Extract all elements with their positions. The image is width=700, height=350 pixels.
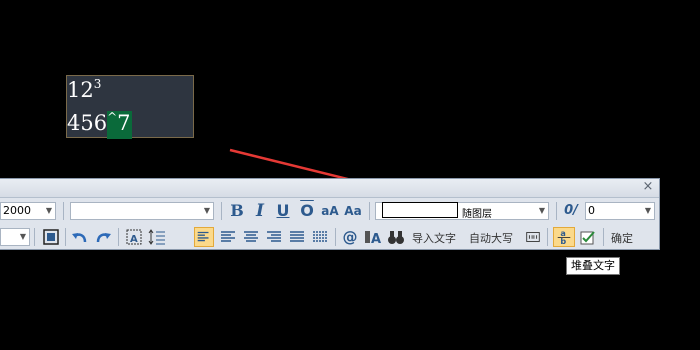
- font-combo[interactable]: ▼: [70, 202, 214, 220]
- mask-icon: [43, 229, 59, 245]
- align-left-icon: [197, 231, 209, 242]
- separator: [369, 202, 370, 220]
- overline-button[interactable]: O: [297, 201, 317, 221]
- column-combo[interactable]: ▼: [0, 228, 30, 246]
- underline-icon: U: [276, 201, 290, 220]
- separator: [221, 202, 222, 220]
- insert-field-button[interactable]: A: [124, 227, 144, 247]
- oblique-combo[interactable]: 0 ▼: [585, 202, 655, 220]
- justify-icon: [290, 231, 304, 242]
- oblique-icon: 0/: [564, 203, 578, 218]
- align-right-icon: [267, 231, 281, 242]
- binoculars-icon: [388, 231, 404, 244]
- lowercase-button[interactable]: Aa: [343, 201, 363, 221]
- pointer-arrow: [229, 148, 545, 230]
- oblique-button[interactable]: 0/: [561, 201, 581, 221]
- color-swatch: [382, 202, 458, 218]
- oblique-value: 0: [588, 204, 595, 217]
- undo-icon: [72, 233, 87, 243]
- separator: [34, 228, 35, 246]
- svg-text:A: A: [130, 234, 138, 245]
- svg-text:A: A: [371, 232, 381, 247]
- chevron-down-icon: ▼: [644, 206, 652, 215]
- auto-caps-button[interactable]: 自动大写: [469, 230, 513, 246]
- align-right-button[interactable]: [264, 227, 284, 247]
- italic-button[interactable]: I: [251, 201, 269, 221]
- uppercase-icon: aA: [321, 204, 339, 218]
- chevron-down-icon: ▼: [19, 232, 27, 241]
- close-icon: ×: [642, 179, 654, 194]
- separator: [335, 228, 336, 246]
- checkbox-checked-icon: [580, 231, 595, 245]
- chevron-down-icon: ▼: [203, 206, 211, 215]
- insert-symbol-button[interactable]: @: [340, 227, 360, 247]
- format-box-icon: [526, 232, 540, 242]
- stack-text-button[interactable]: ab: [553, 227, 575, 247]
- text-style-value: 2000: [3, 204, 31, 217]
- ok-button[interactable]: 确定: [611, 230, 633, 246]
- overline-icon: O: [300, 201, 314, 220]
- bold-icon: B: [230, 201, 244, 220]
- redo-icon: [96, 233, 111, 243]
- text-frame-icon: A: [126, 229, 142, 245]
- redo-button[interactable]: [93, 227, 113, 247]
- import-text-button[interactable]: 导入文字: [412, 230, 456, 246]
- undo-button[interactable]: [70, 227, 90, 247]
- stack-text-tooltip: 堆叠文字: [566, 257, 620, 275]
- chevron-down-icon: ▼: [538, 206, 546, 215]
- stack-fraction-icon: ab: [557, 228, 571, 246]
- svg-text:b: b: [560, 236, 566, 246]
- find-replace-button[interactable]: [386, 227, 406, 247]
- justify-button[interactable]: [287, 227, 307, 247]
- align-left-lines-icon: [221, 231, 235, 242]
- separator: [118, 228, 119, 246]
- separator: [63, 202, 64, 220]
- color-value: 随图层: [462, 209, 492, 220]
- align-center-icon: [244, 231, 258, 242]
- align-center-button[interactable]: [241, 227, 261, 247]
- character-map-icon: A: [365, 231, 381, 247]
- bold-button[interactable]: B: [228, 201, 246, 221]
- toolbar-titlebar[interactable]: ×: [0, 179, 659, 198]
- underline-button[interactable]: U: [273, 201, 293, 221]
- lowercase-icon: Aa: [344, 204, 362, 218]
- distribute-icon: [313, 231, 327, 242]
- separator: [603, 228, 604, 246]
- italic-icon: I: [256, 201, 264, 221]
- separator: [65, 228, 66, 246]
- at-symbol-icon: @: [342, 228, 358, 246]
- distribute-button[interactable]: [310, 227, 330, 247]
- separator: [556, 202, 557, 220]
- line-spacing-icon: [148, 229, 165, 245]
- align-left-button[interactable]: [194, 227, 214, 247]
- text-style-combo[interactable]: 2000 ▼: [0, 202, 56, 220]
- line-spacing-button[interactable]: [147, 227, 167, 247]
- uppercase-button[interactable]: aA: [320, 201, 340, 221]
- separator: [547, 228, 548, 246]
- character-map-button[interactable]: A: [363, 227, 383, 247]
- align-justify-left-button[interactable]: [218, 227, 238, 247]
- remove-formatting-button[interactable]: [524, 227, 542, 247]
- mask-button[interactable]: [41, 227, 61, 247]
- check-button[interactable]: [578, 227, 598, 247]
- chevron-down-icon: ▼: [45, 206, 53, 215]
- text-formatting-toolbar: × 2000 ▼ ▼ B I U O aA Aa ▼ 随图层 0/ 0 ▼ ▼ …: [0, 178, 660, 250]
- close-button[interactable]: ×: [641, 180, 655, 194]
